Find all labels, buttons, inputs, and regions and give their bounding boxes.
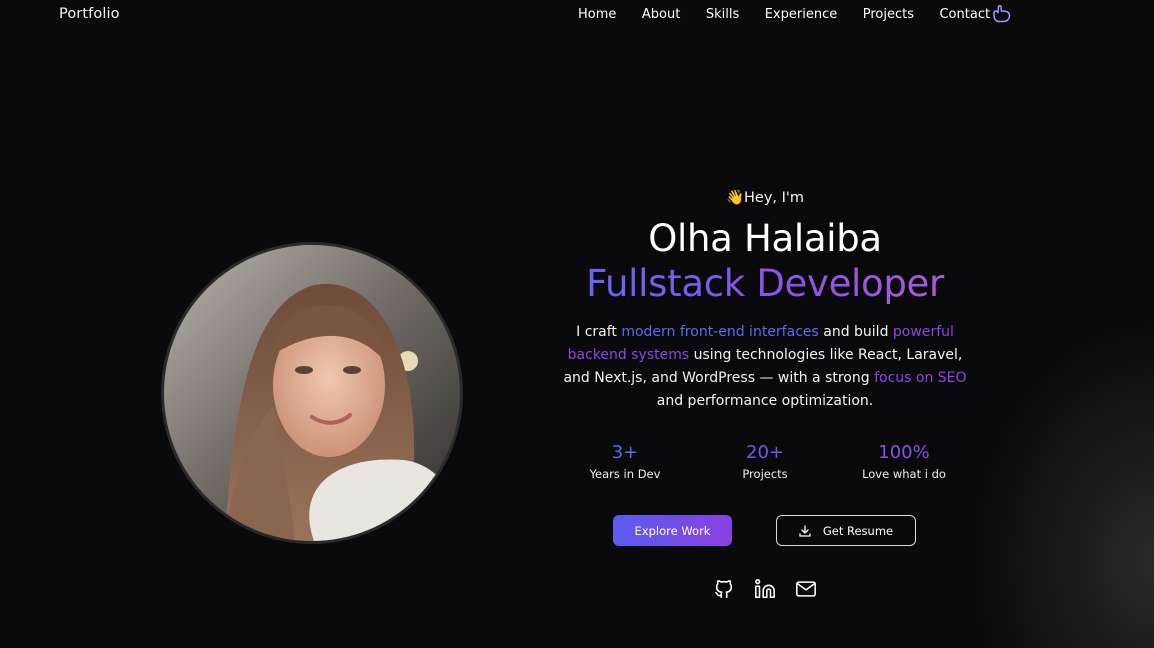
linkedin-link[interactable]: [752, 576, 778, 602]
intro-highlight-frontend: modern front-end interfaces: [621, 324, 819, 340]
hero-intro: I craft modern front-end interfaces and …: [560, 321, 970, 413]
nav-link-contact[interactable]: Contact: [939, 7, 990, 22]
download-icon: [799, 524, 811, 537]
stats-row: 3+ Years in Dev 20+ Projects 100% Love w…: [565, 440, 965, 488]
profile-photo: [161, 242, 463, 544]
brand-logo[interactable]: Portfolio: [59, 6, 120, 22]
stat-projects: 20+ Projects: [705, 440, 825, 482]
intro-highlight-seo: focus on SEO: [874, 370, 967, 386]
theme-toggle-button[interactable]: [990, 3, 1014, 25]
stat-value: 3+: [611, 442, 639, 463]
top-navbar: Portfolio Home About Skills Experience P…: [0, 0, 1154, 32]
social-links: [711, 576, 834, 602]
main-menu: Home About Skills Experience Projects Co…: [578, 7, 1016, 22]
get-resume-label: Get Resume: [822, 523, 894, 538]
hero-name: Olha Halaiba: [648, 217, 882, 260]
hand-pointing-icon: [993, 5, 1011, 23]
get-resume-button[interactable]: Get Resume: [776, 515, 916, 546]
mail-link[interactable]: [793, 576, 819, 602]
hero-section: 👋Hey, I'm Olha Halaiba Fullstack Develop…: [535, 186, 995, 413]
nav-link-projects[interactable]: Projects: [863, 7, 914, 22]
stat-value: 20+: [746, 442, 784, 463]
intro-text-1: I craft: [576, 324, 622, 340]
github-link[interactable]: [711, 576, 737, 602]
mail-icon: [796, 581, 816, 597]
greeting: 👋Hey, I'm: [535, 186, 995, 210]
nav-link-experience[interactable]: Experience: [765, 7, 838, 22]
nav-link-about[interactable]: About: [642, 7, 680, 22]
linkedin-icon: [755, 579, 775, 599]
waving-hand-emoji: 👋: [725, 190, 745, 206]
hero-role: Fullstack Developer: [535, 261, 995, 307]
stat-years: 3+ Years in Dev: [565, 440, 685, 482]
nav-link-home[interactable]: Home: [578, 7, 616, 22]
stat-label: Projects: [742, 467, 788, 481]
greeting-text: Hey, I'm: [744, 190, 805, 206]
stat-label: Years in Dev: [589, 467, 661, 481]
stat-value: 100%: [878, 442, 930, 463]
stat-label: Love what i do: [862, 467, 946, 481]
intro-text-4: and performance optimization.: [656, 393, 874, 409]
explore-work-button[interactable]: Explore Work: [613, 515, 732, 546]
intro-text-2: and build: [818, 324, 893, 340]
stat-love: 100% Love what i do: [844, 440, 964, 482]
nav-link-skills[interactable]: Skills: [706, 7, 739, 22]
github-icon: [714, 580, 733, 599]
